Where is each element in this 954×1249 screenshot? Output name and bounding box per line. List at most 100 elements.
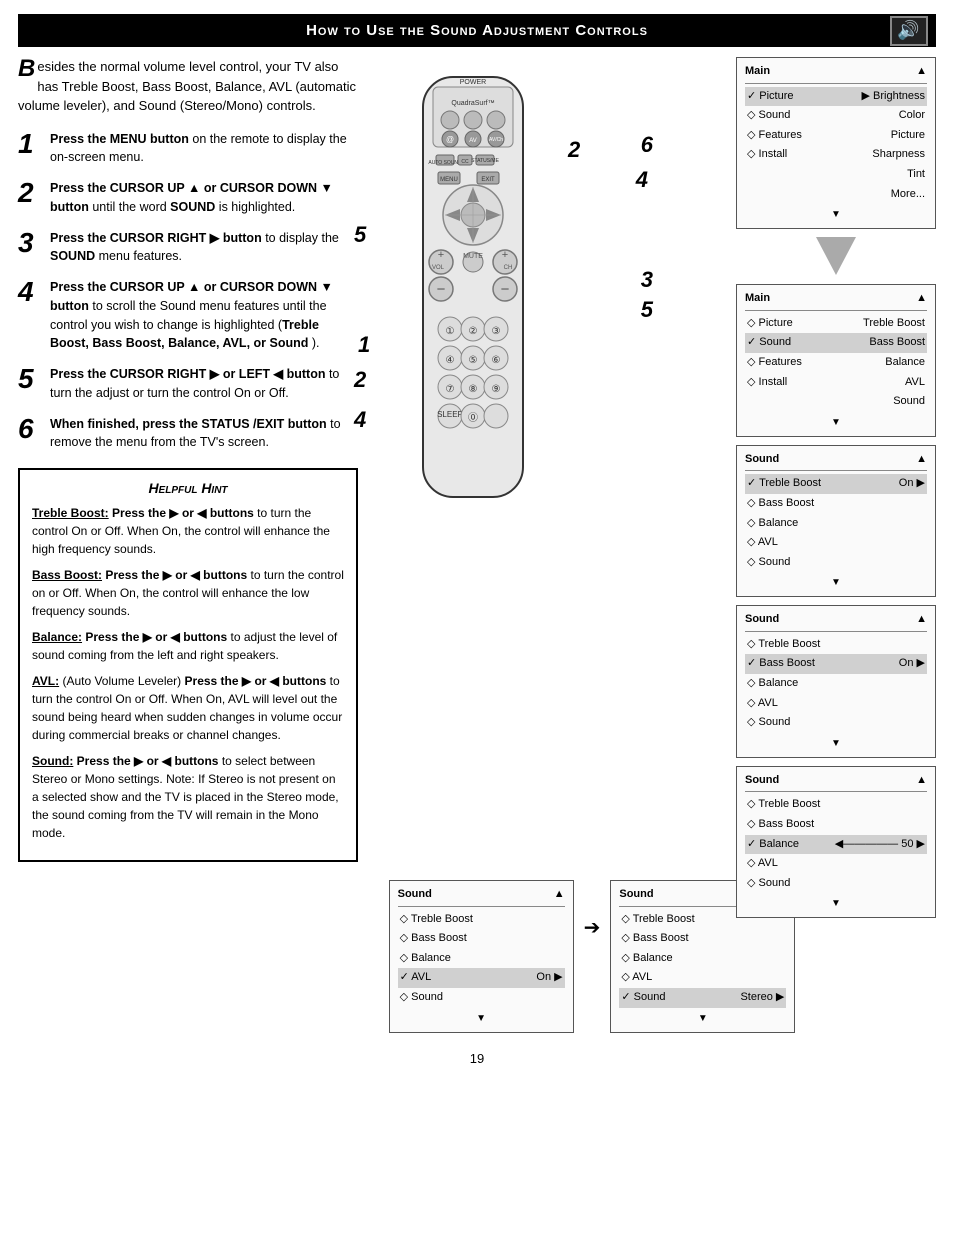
header-title: How to Use the Sound Adjustment Controls	[306, 22, 648, 39]
svg-text:⑧: ⑧	[469, 384, 478, 395]
svg-text:CC: CC	[461, 159, 469, 165]
step-6-text: When finished, press the STATUS /EXIT bu…	[50, 415, 358, 453]
menu5-balance: ✓ Balance◀————— 50 ▶	[745, 835, 927, 855]
right-section: QuadraSurf™ @ AV AV/Ch POWER	[368, 57, 936, 872]
menu1-picture: ✓ Picture▶ Brightness	[745, 87, 927, 107]
svg-text:AV/Ch: AV/Ch	[489, 137, 503, 143]
menu7-avl: ◇ AVL	[619, 968, 786, 988]
svg-text:+: +	[502, 249, 508, 261]
hint-avl: AVL: (Auto Volume Leveler) Press the ▶ o…	[32, 672, 344, 744]
step-3: 3 Press the CURSOR RIGHT ▶ button to dis…	[18, 229, 358, 267]
svg-text:STATUS/ME: STATUS/ME	[471, 158, 500, 164]
svg-text:⑨: ⑨	[492, 384, 501, 395]
menu1-title: Main▲	[745, 63, 927, 84]
hint-title: Helpful Hint	[32, 480, 344, 496]
menu6-avl: ✓ AVLOn ▶	[398, 968, 565, 988]
page-number: 19	[0, 1051, 954, 1066]
menu7-bass: ◇ Bass Boost	[619, 929, 786, 949]
step-2-text: Press the CURSOR UP ▲ or CURSOR DOWN ▼ b…	[50, 179, 358, 217]
step-5: 5 Press the CURSOR RIGHT ▶ or LEFT ◀ but…	[18, 365, 358, 403]
helpful-hint-box: Helpful Hint Treble Boost: Press the ▶ o…	[18, 468, 358, 862]
step-1: 1 Press the MENU button on the remote to…	[18, 130, 358, 168]
svg-text:−: −	[437, 281, 446, 298]
svg-text:+: +	[438, 249, 444, 261]
menu5-sound: ◇ Sound	[745, 874, 927, 894]
step-overlay-2: 2	[568, 137, 580, 163]
left-column: B esides the normal volume level control…	[18, 57, 358, 872]
menu5-arrow: ▼	[745, 896, 927, 912]
menu1-install: ◇ InstallSharpness	[745, 145, 927, 165]
menu3-balance: ◇ Balance	[745, 514, 927, 534]
svg-text:⓪: ⓪	[468, 412, 478, 424]
menu4-sound: ◇ Sound	[745, 713, 927, 733]
menu3-bass: ◇ Bass Boost	[745, 494, 927, 514]
step-2-num: 2	[18, 179, 40, 207]
menu2-title: Main▲	[745, 290, 927, 311]
menu-sound-bass: Sound▲ ◇ Treble Boost ✓ Bass BoostOn ▶ ◇…	[736, 605, 936, 758]
svg-text:−: −	[501, 281, 510, 298]
hint-sound: Sound: Press the ▶ or ◀ buttons to selec…	[32, 752, 344, 842]
bottom-left-area: Sound▲ ◇ Treble Boost ◇ Bass Boost ◇ Bal…	[389, 880, 574, 1041]
svg-text:POWER: POWER	[460, 79, 486, 86]
menu3-title: Sound▲	[745, 451, 927, 472]
menu-sound-avl: Sound▲ ◇ Treble Boost ◇ Bass Boost ◇ Bal…	[389, 880, 574, 1033]
step-6: 6 When finished, press the STATUS /EXIT …	[18, 415, 358, 453]
menu4-title: Sound▲	[745, 611, 927, 632]
menu4-arrow: ▼	[745, 736, 927, 752]
page-header: How to Use the Sound Adjustment Controls…	[18, 14, 936, 47]
menu7-balance: ◇ Balance	[619, 949, 786, 969]
menu4-avl: ◇ AVL	[745, 694, 927, 714]
menu4-bass: ✓ Bass BoostOn ▶	[745, 654, 927, 674]
svg-text:⑤: ⑤	[469, 355, 478, 366]
remote-control-area: QuadraSurf™ @ AV AV/Ch POWER	[378, 67, 598, 587]
menu2-features: ◇ FeaturesBalance	[745, 353, 927, 373]
svg-text:AV: AV	[469, 138, 477, 144]
menu6-title: Sound▲	[398, 886, 565, 907]
svg-text:EXIT: EXIT	[481, 177, 495, 183]
svg-text:④: ④	[446, 355, 455, 366]
intro-text: B esides the normal volume level control…	[18, 57, 358, 116]
menu6-arrow: ▼	[398, 1011, 565, 1027]
svg-text:AUTO SOUND: AUTO SOUND	[428, 160, 462, 166]
menu2-install: ◇ InstallAVL	[745, 373, 927, 393]
svg-text:MENU: MENU	[440, 177, 458, 183]
remote-svg: QuadraSurf™ @ AV AV/Ch POWER	[378, 67, 568, 557]
step-overlay-4b: 4	[354, 407, 366, 433]
menu-sound-balance: Sound▲ ◇ Treble Boost ◇ Bass Boost ✓ Bal…	[736, 766, 936, 919]
svg-text:①: ①	[446, 326, 455, 337]
menu7-arrow: ▼	[619, 1011, 786, 1027]
menu3-avl: ◇ AVL	[745, 533, 927, 553]
menu6-treble: ◇ Treble Boost	[398, 910, 565, 930]
menu2-sound-item: Sound	[745, 392, 927, 412]
menu4-treble: ◇ Treble Boost	[745, 635, 927, 655]
menu-main-picture: Main▲ ✓ Picture▶ Brightness ◇ SoundColor…	[736, 57, 936, 229]
menu1-features: ◇ FeaturesPicture	[745, 126, 927, 146]
menu6-balance: ◇ Balance	[398, 949, 565, 969]
sound-icon: 🔊	[890, 16, 928, 46]
step-3-num: 3	[18, 229, 40, 257]
svg-text:⑥: ⑥	[492, 355, 501, 366]
menu-sound-treble: Sound▲ ✓ Treble BoostOn ▶ ◇ Bass Boost ◇…	[736, 445, 936, 598]
menu5-treble: ◇ Treble Boost	[745, 795, 927, 815]
step-4-num: 4	[18, 278, 40, 306]
hint-balance: Balance: Press the ▶ or ◀ buttons to adj…	[32, 628, 344, 664]
step-5-text: Press the CURSOR RIGHT ▶ or LEFT ◀ butto…	[50, 365, 358, 403]
svg-text:SLEEP: SLEEP	[437, 410, 463, 419]
steps-list: 1 Press the MENU button on the remote to…	[18, 130, 358, 453]
menu5-bass: ◇ Bass Boost	[745, 815, 927, 835]
svg-text:⑦: ⑦	[446, 384, 455, 395]
svg-text:MUTE: MUTE	[463, 253, 483, 260]
step-4-text: Press the CURSOR UP ▲ or CURSOR DOWN ▼ b…	[50, 278, 358, 353]
step-overlay-1: 1	[358, 332, 370, 358]
step-2: 2 Press the CURSOR UP ▲ or CURSOR DOWN ▼…	[18, 179, 358, 217]
svg-text:CH: CH	[504, 265, 513, 271]
hint-bass: Bass Boost: Press the ▶ or ◀ buttons to …	[32, 566, 344, 620]
menu3-sound: ◇ Sound	[745, 553, 927, 573]
menu7-sound: ✓ SoundStereo ▶	[619, 988, 786, 1008]
step-overlay-2b: 2	[354, 367, 366, 393]
menu2-picture: ◇ PictureTreble Boost	[745, 314, 927, 334]
menu3-treble: ✓ Treble BoostOn ▶	[745, 474, 927, 494]
menu4-balance: ◇ Balance	[745, 674, 927, 694]
menu2-arrow: ▼	[745, 415, 927, 431]
step-1-text: Press the MENU button on the remote to d…	[50, 130, 358, 168]
